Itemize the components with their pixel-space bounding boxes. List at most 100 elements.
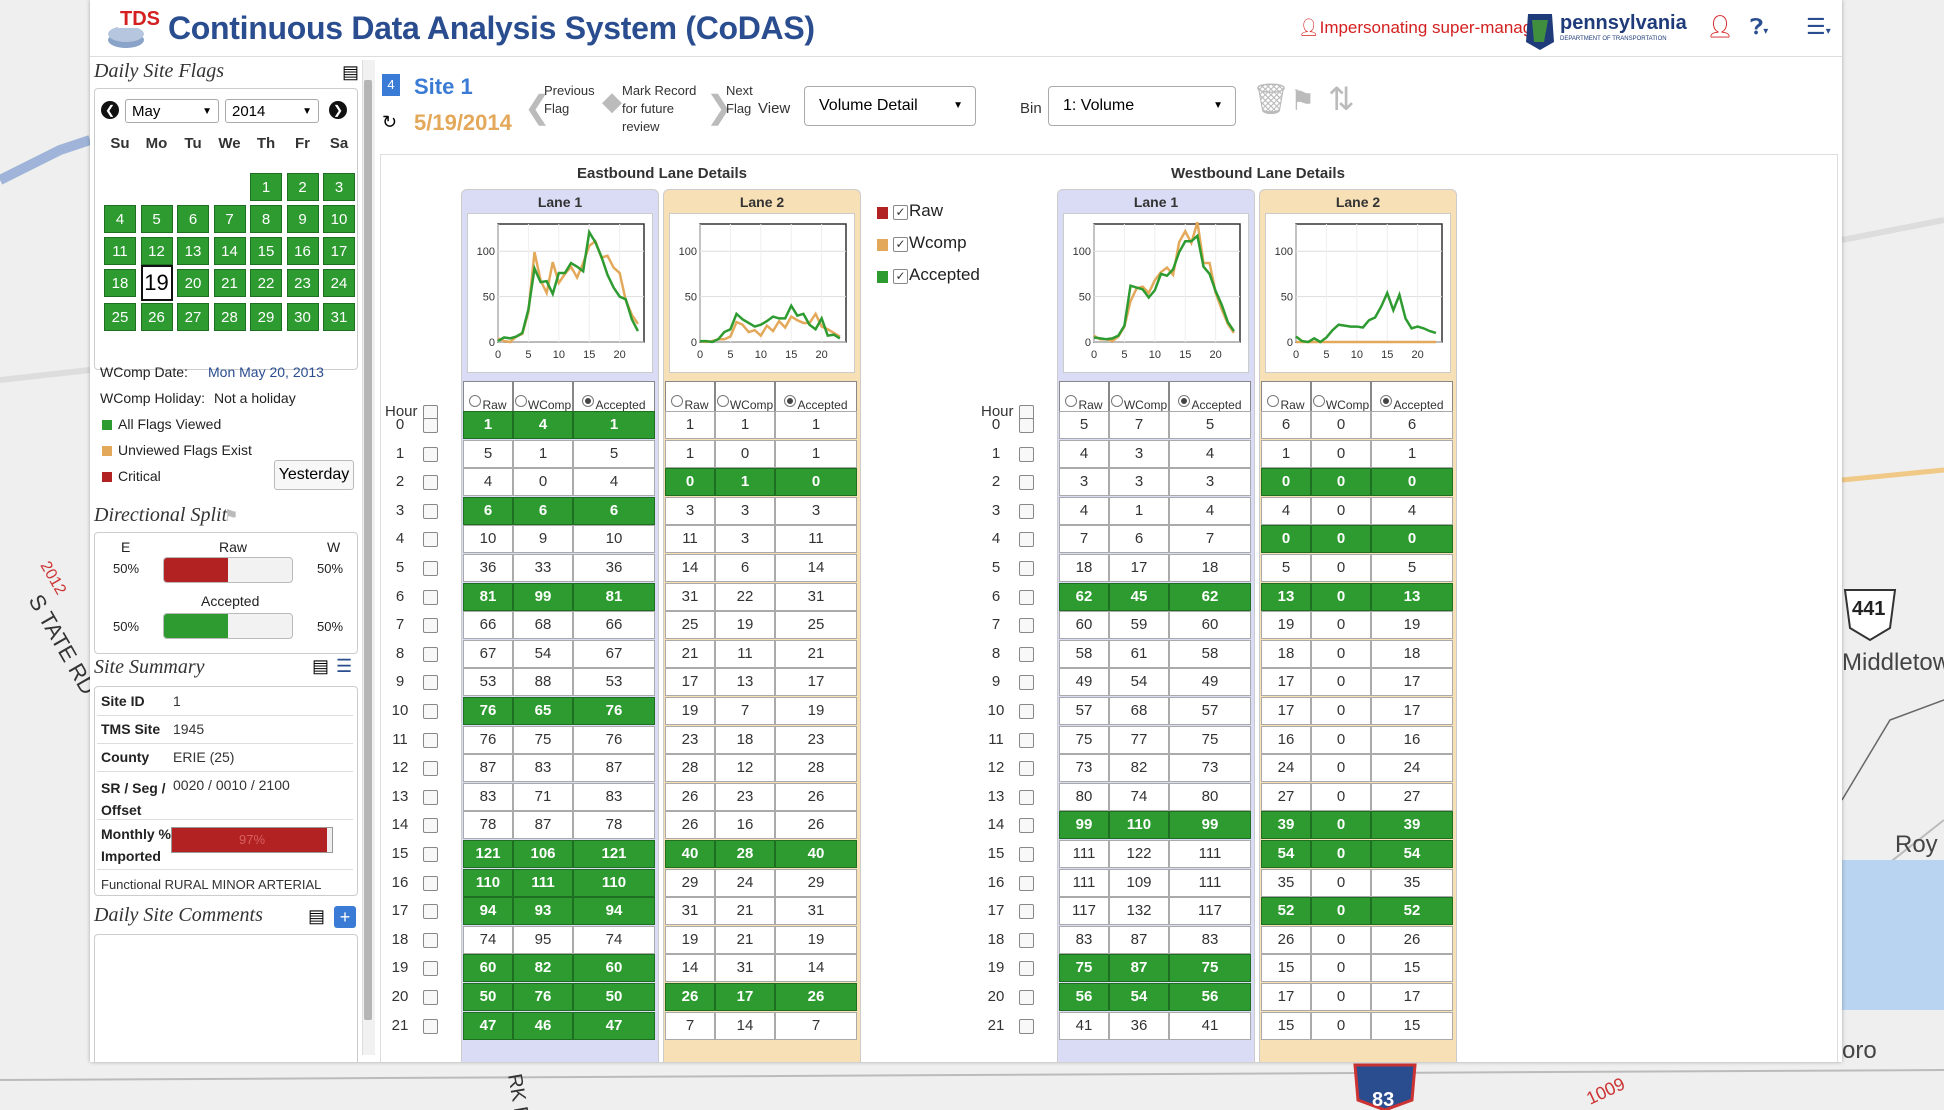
- radio-raw[interactable]: [469, 394, 482, 407]
- previous-flag-button[interactable]: Previous Flag: [544, 82, 595, 118]
- hour-checkbox[interactable]: [1019, 961, 1034, 977]
- legend-checkbox-raw[interactable]: ✓: [893, 205, 908, 220]
- calendar-day[interactable]: 9: [286, 205, 319, 233]
- hour-checkbox[interactable]: [1019, 446, 1034, 462]
- calendar-day[interactable]: 21: [213, 269, 246, 297]
- hour-checkbox[interactable]: [423, 446, 438, 462]
- hour-checkbox[interactable]: [1019, 646, 1034, 662]
- calendar-day[interactable]: 22: [250, 269, 282, 297]
- hour-checkbox[interactable]: [423, 961, 438, 977]
- hour-checkbox[interactable]: [423, 904, 438, 920]
- list-view-icon[interactable]: ▤: [342, 62, 359, 83]
- radio-accepted[interactable]: [1178, 394, 1191, 407]
- calendar-day[interactable]: 6: [177, 205, 209, 233]
- view-select[interactable]: Volume Detail ▼: [804, 86, 976, 126]
- yesterday-button[interactable]: Yesterday: [274, 460, 354, 490]
- calendar-day[interactable]: 26: [140, 303, 173, 331]
- calendar-day[interactable]: 5: [140, 205, 173, 233]
- hour-checkbox[interactable]: [1019, 475, 1034, 491]
- hour-checkbox[interactable]: [423, 847, 438, 862]
- hour-checkbox[interactable]: [423, 990, 438, 1005]
- radio-accepted[interactable]: [1380, 394, 1393, 407]
- calendar-day[interactable]: 13: [177, 237, 209, 265]
- hour-checkbox[interactable]: [1019, 789, 1034, 805]
- hour-checkbox[interactable]: [1019, 847, 1034, 862]
- hour-checkbox[interactable]: [1019, 990, 1034, 1005]
- hour-checkbox[interactable]: [423, 732, 438, 748]
- hour-checkbox[interactable]: [423, 646, 438, 662]
- radio-accepted[interactable]: [582, 394, 595, 407]
- calendar-day[interactable]: 30: [286, 303, 319, 331]
- hour-checkbox[interactable]: [1019, 904, 1034, 920]
- hour-checkbox[interactable]: [423, 932, 438, 948]
- refresh-icon[interactable]: ↻: [382, 112, 397, 133]
- calendar-day[interactable]: 10: [323, 205, 355, 233]
- radio-accepted[interactable]: [784, 394, 797, 407]
- hour-checkbox[interactable]: [1019, 589, 1034, 605]
- hour-checkbox[interactable]: [423, 589, 438, 605]
- impersonating-link[interactable]: 👤︎Impersonating super-manager: [1298, 18, 1547, 38]
- calendar-day[interactable]: 14: [213, 237, 246, 265]
- hour-checkbox[interactable]: [423, 1018, 438, 1034]
- calendar-day[interactable]: 24: [323, 269, 355, 297]
- hour-checkbox[interactable]: [423, 532, 438, 548]
- calendar-day[interactable]: 11: [104, 237, 136, 265]
- prev-month-icon[interactable]: ❮: [101, 101, 119, 119]
- calendar-day[interactable]: 25: [104, 303, 136, 331]
- hour-checkbox[interactable]: [1019, 704, 1034, 719]
- hour-checkbox[interactable]: [423, 475, 438, 491]
- calendar-day[interactable]: 31: [323, 303, 355, 331]
- hour-checkbox[interactable]: [423, 789, 438, 805]
- hour-checkbox[interactable]: [423, 418, 438, 433]
- hour-checkbox[interactable]: [1019, 761, 1034, 777]
- hour-checkbox[interactable]: [1019, 618, 1034, 634]
- hour-checkbox[interactable]: [1019, 561, 1034, 576]
- detail-view-icon[interactable]: ▤: [312, 656, 329, 677]
- tag-icon[interactable]: ◆: [602, 86, 622, 117]
- calendar-day[interactable]: 12: [140, 237, 173, 265]
- radio-raw[interactable]: [1065, 394, 1078, 407]
- hour-checkbox[interactable]: [423, 818, 438, 834]
- bin-select[interactable]: 1: Volume ▼: [1048, 86, 1236, 126]
- year-select[interactable]: 2014 ▼: [225, 99, 319, 123]
- radio-wcomp[interactable]: [514, 394, 527, 407]
- calendar-day[interactable]: 3: [323, 173, 355, 201]
- calendar-day[interactable]: 7: [213, 205, 246, 233]
- calendar-day[interactable]: 18: [104, 269, 136, 297]
- hour-checkbox[interactable]: [423, 875, 438, 891]
- radio-wcomp[interactable]: [716, 394, 729, 407]
- calendar-day[interactable]: 28: [213, 303, 246, 331]
- calendar-day[interactable]: 16: [286, 237, 319, 265]
- calendar-day[interactable]: 2: [286, 173, 319, 201]
- hour-checkbox[interactable]: [1019, 818, 1034, 834]
- legend-checkbox-wcomp[interactable]: ✓: [893, 237, 908, 252]
- hour-checkbox[interactable]: [1019, 1018, 1034, 1034]
- calendar-day[interactable]: 17: [323, 237, 355, 265]
- month-select[interactable]: May ▼: [125, 99, 219, 123]
- hour-checkbox[interactable]: [1019, 675, 1034, 691]
- hour-checkbox[interactable]: [1019, 503, 1034, 519]
- sidebar-scroll-thumb[interactable]: [364, 80, 372, 1020]
- hour-checkbox[interactable]: [1019, 418, 1034, 433]
- sort-icon[interactable]: ⇅: [1328, 80, 1355, 118]
- hour-checkbox[interactable]: [423, 704, 438, 719]
- hour-checkbox[interactable]: [1019, 532, 1034, 548]
- hour-checkbox[interactable]: [1019, 875, 1034, 891]
- hour-checkbox[interactable]: [423, 561, 438, 576]
- hour-checkbox[interactable]: [423, 503, 438, 519]
- hour-checkbox[interactable]: [423, 618, 438, 634]
- hour-checkbox[interactable]: [1019, 732, 1034, 748]
- mark-record-button[interactable]: Mark Record for future review: [622, 82, 696, 136]
- comments-list-icon[interactable]: ▤: [308, 906, 325, 927]
- calendar-day[interactable]: 1: [250, 173, 282, 201]
- calendar-day[interactable]: 8: [250, 205, 282, 233]
- user-icon[interactable]: 👤︎: [1706, 14, 1734, 40]
- calendar-day[interactable]: 23: [286, 269, 319, 297]
- calendar-day[interactable]: 19: [140, 265, 173, 301]
- radio-raw[interactable]: [1267, 394, 1280, 407]
- calendar-day[interactable]: 4: [104, 205, 136, 233]
- help-icon[interactable]: ❓︎▾: [1750, 14, 1768, 40]
- next-flag-button[interactable]: Next Flag: [726, 82, 753, 118]
- radio-wcomp[interactable]: [1110, 394, 1123, 407]
- calendar-day[interactable]: 20: [177, 269, 209, 297]
